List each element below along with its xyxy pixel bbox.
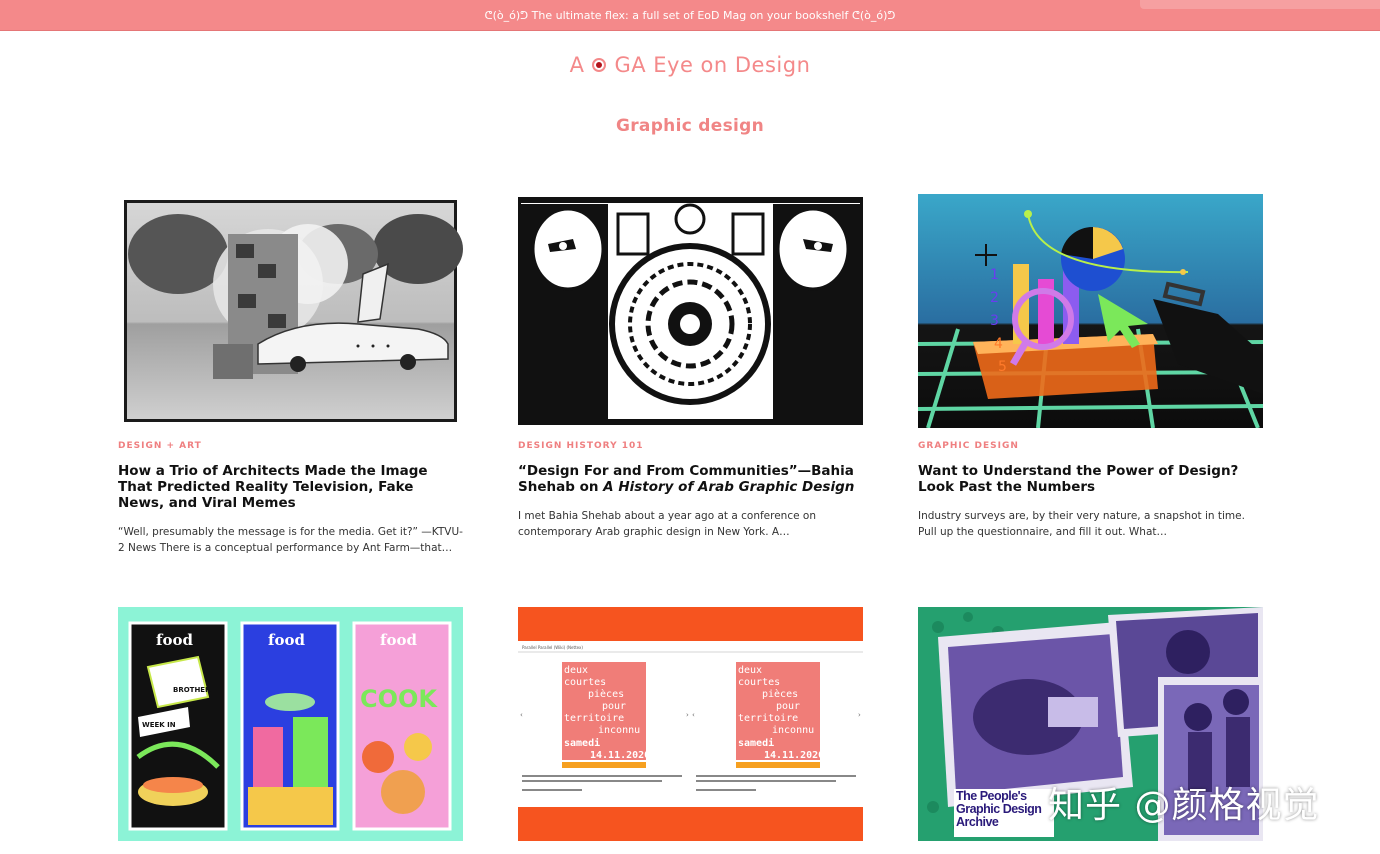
- article-card[interactable]: food BROTHER WEEK IN food food COOK: [118, 607, 463, 841]
- eye-icon: [592, 58, 607, 72]
- svg-text:territoire: territoire: [738, 713, 798, 724]
- cadillac-ranch-image: [128, 214, 463, 379]
- svg-text:food: food: [156, 631, 193, 649]
- svg-text:deux: deux: [564, 665, 588, 676]
- logo-letter-a: A: [569, 53, 585, 77]
- poster-website-screenshot: Parallel Parallel (Wiki) (Nettex) ‹ › ‹ …: [518, 607, 863, 841]
- svg-text:3: 3: [990, 313, 999, 329]
- svg-text:territoire: territoire: [564, 713, 624, 724]
- article-kicker[interactable]: DESIGN HISTORY 101: [518, 441, 863, 451]
- svg-text:14.11.2020: 14.11.2020: [590, 750, 650, 761]
- article-thumbnail[interactable]: food BROTHER WEEK IN food food COOK: [118, 607, 463, 841]
- article-kicker[interactable]: GRAPHIC DESIGN: [918, 441, 1263, 451]
- svg-text:deux: deux: [738, 665, 762, 676]
- svg-text:4: 4: [994, 336, 1003, 352]
- article-excerpt: I met Bahia Shehab about a year ago at a…: [518, 510, 816, 538]
- svg-text:pour: pour: [776, 701, 800, 712]
- svg-text:BROTHER: BROTHER: [173, 686, 211, 694]
- arab-design-artwork: [518, 197, 863, 425]
- svg-text:›: ›: [686, 711, 689, 719]
- article-headline[interactable]: How a Trio of Architects Made the Image …: [118, 463, 463, 511]
- article-thumbnail[interactable]: 1 2 3 4 5: [918, 194, 1263, 428]
- site-logo[interactable]: A GA Eye on Design: [0, 53, 1380, 77]
- promo-tab: [1140, 0, 1380, 9]
- svg-text:‹: ‹: [692, 711, 695, 719]
- svg-text:‹: ‹: [520, 711, 523, 719]
- svg-text:›: ›: [858, 711, 861, 719]
- svg-text:inconnu: inconnu: [598, 725, 640, 736]
- svg-text:samedi: samedi: [738, 737, 774, 749]
- svg-text:food: food: [380, 631, 417, 649]
- article-headline[interactable]: Want to Understand the Power of Design? …: [918, 463, 1263, 495]
- svg-text:pour: pour: [602, 701, 626, 712]
- svg-text:inconnu: inconnu: [772, 725, 814, 736]
- data-viz-artwork: 1 2 3 4 5: [918, 210, 1263, 428]
- article-thumbnail[interactable]: Parallel Parallel (Wiki) (Nettex) ‹ › ‹ …: [518, 607, 863, 841]
- promo-text[interactable]: ᕦ(ò_ó)ᕤ The ultimate flex: a full set of…: [485, 9, 896, 22]
- article-kicker[interactable]: DESIGN + ART: [118, 441, 463, 451]
- svg-text:WEEK IN: WEEK IN: [142, 721, 176, 729]
- svg-text:pièces: pièces: [588, 688, 624, 700]
- article-card[interactable]: 1 2 3 4 5 GRAPHIC DESIGN Want to Underst…: [918, 194, 1263, 540]
- logo-wordmark: GA Eye on Design: [614, 53, 811, 77]
- svg-text:5: 5: [998, 359, 1007, 375]
- svg-text:1: 1: [990, 267, 999, 283]
- svg-text:14.11.2020: 14.11.2020: [764, 750, 824, 761]
- food-magazine-covers: food BROTHER WEEK IN food food COOK: [128, 621, 452, 831]
- section-title: Graphic design: [615, 116, 765, 136]
- article-headline[interactable]: “Design For and From Communities”—Bahia …: [518, 463, 863, 495]
- article-thumbnail[interactable]: [118, 194, 463, 428]
- svg-text:pièces: pièces: [762, 688, 798, 700]
- article-card[interactable]: Parallel Parallel (Wiki) (Nettex) ‹ › ‹ …: [518, 607, 863, 841]
- article-card[interactable]: DESIGN + ART How a Trio of Architects Ma…: [118, 194, 463, 556]
- svg-text:Parallel Parallel (Wiki) (Nett: Parallel Parallel (Wiki) (Nettex): [522, 645, 583, 650]
- watermark: 知乎 @颜格视觉: [1048, 785, 1320, 826]
- svg-text:2: 2: [990, 290, 999, 306]
- article-card[interactable]: DESIGN HISTORY 101 “Design For and From …: [518, 194, 863, 540]
- svg-text:samedi: samedi: [564, 737, 600, 749]
- article-excerpt: Industry surveys are, by their very natu…: [918, 510, 1245, 538]
- archive-caption: The People's Graphic Design Archive: [956, 790, 1042, 829]
- svg-text:courtes: courtes: [564, 677, 606, 688]
- article-excerpt: “Well, presumably the message is for the…: [118, 526, 463, 554]
- svg-text:food: food: [268, 631, 305, 649]
- svg-text:courtes: courtes: [738, 677, 780, 688]
- svg-text:COOK: COOK: [360, 685, 438, 713]
- article-thumbnail[interactable]: [518, 194, 863, 428]
